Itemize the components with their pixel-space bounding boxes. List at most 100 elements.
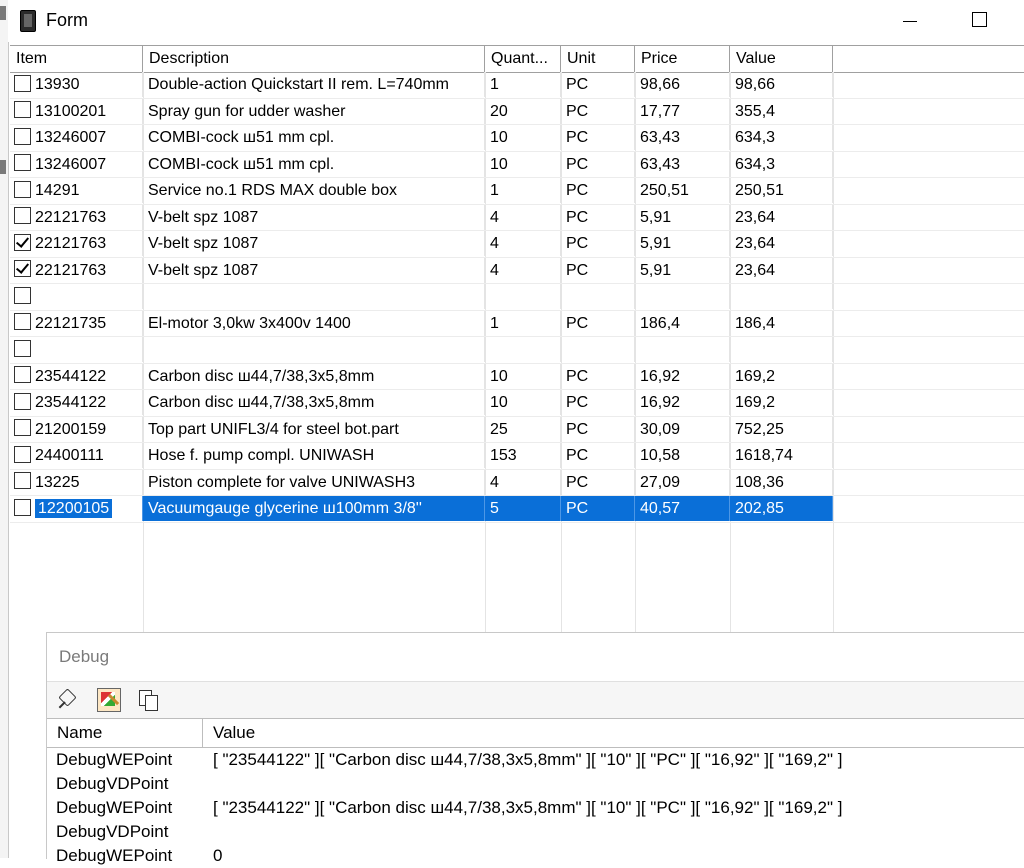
debug-row-name: DebugVDPoint [56, 822, 169, 841]
cell-description-text: COMBI-cock ш51 mm cpl. [148, 129, 335, 146]
cell-value-text: 1618,74 [735, 447, 793, 464]
pin-icon[interactable] [57, 688, 79, 710]
cell-price-text: 63,43 [640, 155, 681, 173]
cell-unit [561, 337, 635, 362]
cell-value-text: 169,2 [735, 367, 776, 385]
cell-item: 23544122 [10, 390, 143, 415]
cell-value-text: 108,36 [735, 473, 784, 491]
cell-unit: PC [561, 231, 635, 256]
debug-row[interactable]: DebugWEPoint [ "23544122" ][ "Carbon disc… [47, 796, 1024, 820]
table-row[interactable]: 22121735 El-motor 3,0kw 3x400v 1400 1 PC 186… [10, 310, 1024, 337]
row-checkbox[interactable] [14, 127, 31, 145]
cell-item-text: 13225 [35, 473, 80, 491]
row-checkbox[interactable] [14, 445, 31, 463]
table-row[interactable]: 13225 Piston complete for valve UNIWASH3 4… [10, 469, 1024, 496]
cell-price-text: 30,09 [640, 420, 681, 438]
cell-price-text: 250,51 [640, 182, 689, 199]
row-checkbox[interactable] [14, 207, 31, 225]
table-row[interactable] [10, 337, 1024, 364]
cell-item-text: 13246007 [35, 155, 107, 173]
cell-description-text: Double-action Quickstart II rem. L=740mm [148, 76, 450, 93]
row-checkbox[interactable] [14, 498, 31, 516]
column-header-value[interactable]: Value [730, 46, 833, 72]
table-row[interactable]: 23544122 Carbon disc ш44,7/38,3x5,8mm 10 PC… [10, 363, 1024, 390]
table-row[interactable]: 23544122 Carbon disc ш44,7/38,3x5,8mm 10 PC… [10, 390, 1024, 417]
column-header-description[interactable]: Description [143, 46, 485, 72]
minimize-button[interactable] [896, 8, 926, 34]
cell-item-text: 22121735 [35, 314, 107, 332]
debug-column-name[interactable]: Name [47, 719, 203, 747]
cell-description: Top part UNIFL3/4 for steel bot.part [143, 416, 485, 442]
row-checkbox[interactable] [14, 286, 31, 304]
cell-description: El-motor 3,0kw 3x400v 1400 [143, 310, 485, 336]
row-checkbox[interactable] [14, 392, 31, 410]
table-row[interactable]: 22121763 V-belt spz 1087 4 PC 5,91 23,64 [10, 231, 1024, 258]
cell-price: 186,4 [635, 310, 730, 336]
cell-item-text: 21200159 [35, 420, 107, 438]
maximize-button[interactable] [966, 8, 996, 34]
table-row[interactable]: 13246007 COMBI-cock ш51 mm cpl. 10 PC 63,43 6… [10, 151, 1024, 178]
cell-value: 169,2 [730, 390, 833, 415]
row-checkbox[interactable] [14, 260, 31, 278]
cell-price-text: 5,91 [640, 235, 672, 252]
cell-price: 40,57 [635, 496, 730, 521]
table-row[interactable]: 13246007 COMBI-cock ш51 mm cpl. 10 PC 63,43 6… [10, 125, 1024, 152]
table-row[interactable]: 14291 Service no.1 RDS MAX double box 1 PC 2… [10, 178, 1024, 205]
table-row[interactable]: 22121763 V-belt spz 1087 4 PC 5,91 23,64 [10, 204, 1024, 231]
column-header-unit[interactable]: Unit [561, 46, 635, 72]
cell-quantity-text: 10 [490, 129, 508, 146]
cell-quantity-text: 1 [490, 182, 499, 199]
row-checkbox[interactable] [14, 233, 31, 251]
table-row[interactable]: 13100201 Spray gun for udder washer 20 PC 17… [10, 98, 1024, 125]
items-grid[interactable]: Item Description Quant... Unit Price Val… [10, 45, 1024, 635]
cell-quantity-text: 1 [490, 314, 499, 332]
table-row[interactable]: 22121763 V-belt spz 1087 4 PC 5,91 23,64 [10, 257, 1024, 284]
column-header-item[interactable]: Item [10, 46, 143, 72]
cell-unit-text: PC [566, 102, 589, 120]
cell-unit: PC [561, 257, 635, 283]
cell-quantity: 10 [485, 363, 561, 389]
debug-row[interactable]: DebugWEPoint 0 [47, 844, 1024, 868]
row-checkbox[interactable] [14, 101, 31, 119]
cell-description: Carbon disc ш44,7/38,3x5,8mm [143, 363, 485, 389]
cell-unit: PC [561, 125, 635, 150]
debug-row[interactable]: DebugWEPoint [ "23544122" ][ "Carbon disc… [47, 748, 1024, 772]
cell-price-text: 16,92 [640, 367, 681, 385]
debug-row[interactable]: DebugVDPoint [47, 772, 1024, 796]
cell-quantity-text: 4 [490, 473, 499, 491]
grid-rows: 13930 Double-action Quickstart II rem. L=… [10, 72, 1024, 523]
row-checkbox[interactable] [14, 339, 31, 357]
cell-unit: PC [561, 98, 635, 124]
cell-value: 634,3 [730, 125, 833, 150]
cell-price: 5,91 [635, 257, 730, 283]
row-checkbox[interactable] [14, 472, 31, 490]
table-row[interactable]: 24400111 Hose f. pump compl. UNIWASH 153 PC… [10, 443, 1024, 470]
row-checkbox[interactable] [14, 366, 31, 384]
column-header-price[interactable]: Price [635, 46, 730, 72]
cell-unit-text: PC [566, 447, 589, 464]
column-header-quantity[interactable]: Quant... [485, 46, 561, 72]
cell-value-text: 98,66 [735, 76, 776, 93]
row-checkbox[interactable] [14, 419, 31, 437]
cell-quantity-text: 25 [490, 420, 508, 438]
debug-column-value[interactable]: Value [203, 719, 1024, 747]
cell-value-text: 169,2 [735, 394, 776, 411]
table-row[interactable] [10, 284, 1024, 311]
copy-icon[interactable] [137, 688, 159, 711]
cell-item: 14291 [10, 178, 143, 203]
cell-value [730, 337, 833, 362]
row-checkbox[interactable] [14, 180, 31, 198]
cell-price: 63,43 [635, 125, 730, 150]
table-row[interactable]: 12200105 Vacuumgauge glycerine ш100mm 3/8… [10, 496, 1024, 523]
row-checkbox[interactable] [14, 313, 31, 331]
debug-row[interactable]: DebugVDPoint [47, 820, 1024, 844]
cell-item-text: 13100201 [35, 102, 107, 120]
cell-unit-text: PC [566, 314, 589, 332]
row-checkbox[interactable] [14, 154, 31, 172]
table-row[interactable]: 13930 Double-action Quickstart II rem. L=… [10, 72, 1024, 99]
cell-description-text: Carbon disc ш44,7/38,3x5,8mm [148, 367, 375, 385]
edit-icon[interactable] [97, 688, 121, 712]
cell-unit: PC [561, 310, 635, 336]
row-checkbox[interactable] [14, 74, 31, 92]
table-row[interactable]: 21200159 Top part UNIFL3/4 for steel bot.… [10, 416, 1024, 443]
